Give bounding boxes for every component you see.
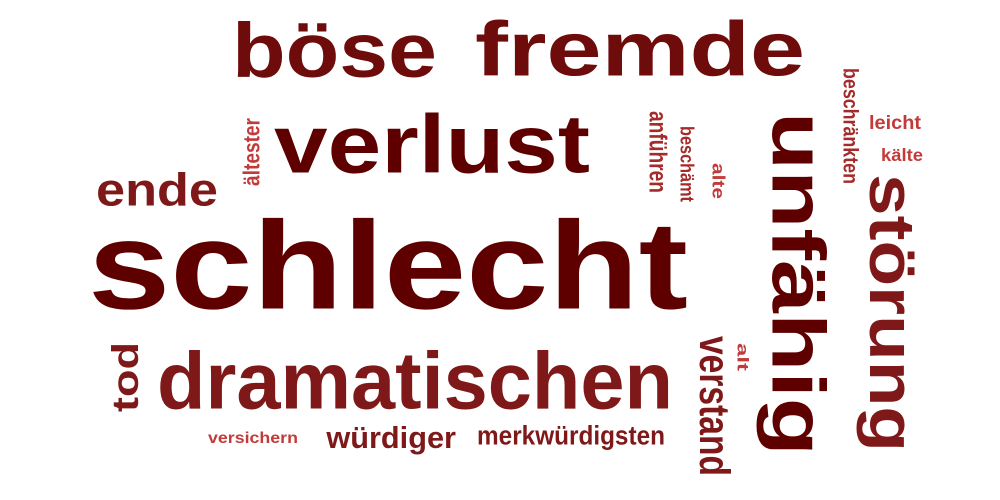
word-beschraenkten: beschränkten — [838, 68, 862, 184]
word-fremde: fremde — [475, 6, 805, 92]
word-beschaemt: beschämt — [676, 126, 698, 202]
word-schlecht: schlecht — [88, 196, 688, 336]
word-verstand: verstand — [690, 336, 738, 476]
word-aeltester: ältester — [239, 118, 265, 186]
word-leicht: leicht — [869, 112, 921, 134]
word-stoerung: störung — [856, 174, 928, 452]
word-kaelte: kälte — [881, 145, 923, 165]
word-unfaehig: unfähig — [756, 112, 840, 456]
word-alte: alte — [708, 163, 728, 199]
word-boese: böse — [232, 8, 437, 94]
word-ende: ende — [96, 164, 218, 216]
word-wuerdiger: würdiger — [325, 421, 456, 455]
word-versichern: versichern — [208, 429, 298, 447]
word-verlust: verlust — [274, 98, 590, 190]
word-cloud: schlecht verlust fremde böse unfähig dramatis… — [0, 0, 1000, 500]
word-tod: tod — [104, 342, 147, 412]
word-cloud-words: schlechtverlustfremde böse unfähig dramatis… — [88, 6, 928, 476]
word-alt: alt — [733, 343, 750, 371]
word-anfuehren: anführen — [644, 111, 672, 193]
word-merkwuerdigsten: merkwürdigsten — [477, 421, 665, 450]
word-cloud-canvas: schlechtverlustfremde böse unfähig dramatis… — [88, 6, 928, 476]
word-dramatischen: dramatischen — [157, 336, 673, 426]
